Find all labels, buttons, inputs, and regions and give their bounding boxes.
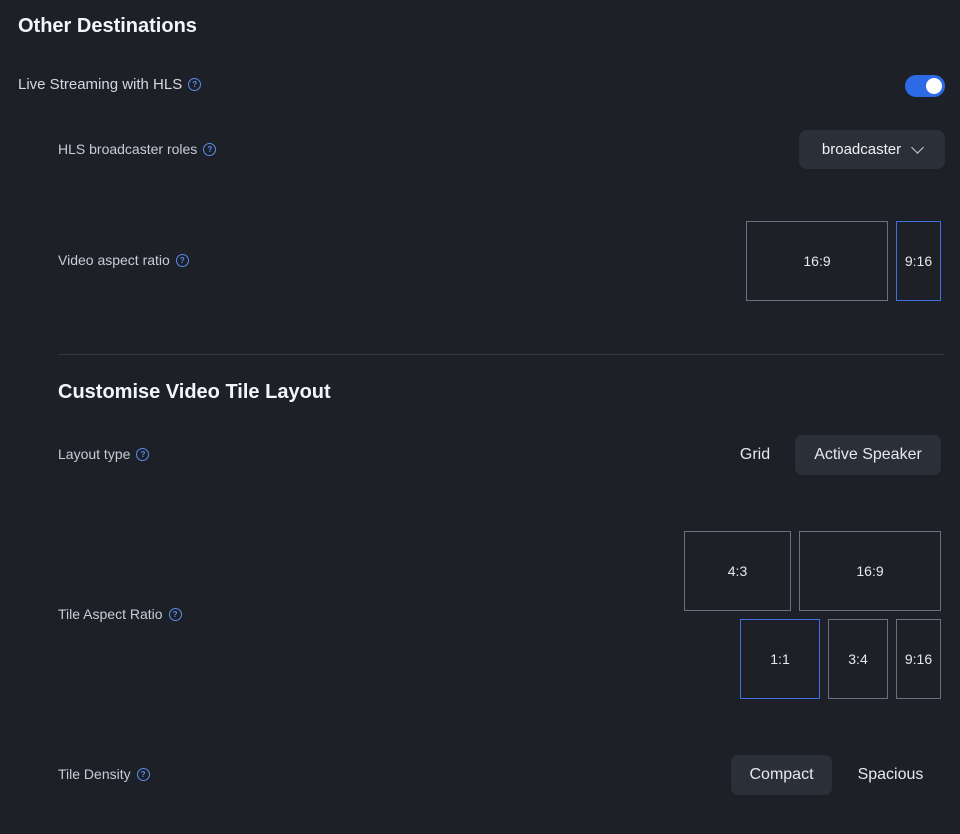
tile-aspect-row-label: Tile Aspect Ratio ?: [58, 606, 182, 622]
layout-type-label: Layout type: [58, 446, 131, 462]
layout-type-grid[interactable]: Grid: [726, 435, 784, 475]
tile-aspect-option-4-3[interactable]: 4:3: [684, 531, 791, 611]
tile-density-compact[interactable]: Compact: [731, 755, 832, 795]
tile-density-label: Tile Density: [58, 766, 131, 782]
video-aspect-option-16-9[interactable]: 16:9: [746, 221, 888, 301]
chevron-down-icon: [911, 140, 924, 154]
tile-aspect-option-9-16[interactable]: 9:16: [896, 619, 941, 699]
hls-label: Live Streaming with HLS: [18, 76, 183, 93]
tile-layout-title: Customise Video Tile Layout: [58, 381, 331, 403]
broadcaster-roles-label: HLS broadcaster roles: [58, 141, 198, 157]
broadcaster-roles-value: broadcaster: [821, 141, 902, 158]
tile-aspect-label: Tile Aspect Ratio: [58, 606, 163, 622]
tile-aspect-option-3-4[interactable]: 3:4: [828, 619, 888, 699]
divider: [58, 354, 944, 355]
tile-aspect-option-16-9[interactable]: 16:9: [799, 531, 941, 611]
hls-toggle[interactable]: [905, 75, 945, 97]
broadcaster-roles-select[interactable]: broadcaster: [799, 130, 945, 169]
video-aspect-row-label: Video aspect ratio ?: [58, 252, 189, 268]
tile-density-row-label: Tile Density ?: [58, 766, 150, 782]
tile-density-spacious[interactable]: Spacious: [840, 755, 941, 795]
help-icon[interactable]: ?: [175, 253, 189, 267]
broadcaster-roles-row-label: HLS broadcaster roles ?: [58, 141, 217, 157]
layout-type-row-label: Layout type ?: [58, 446, 150, 462]
help-icon[interactable]: ?: [136, 447, 150, 461]
tile-aspect-option-1-1[interactable]: 1:1: [740, 619, 820, 699]
help-icon[interactable]: ?: [168, 607, 182, 621]
hls-row-label: Live Streaming with HLS ?: [18, 76, 202, 93]
layout-type-active-speaker[interactable]: Active Speaker: [795, 435, 941, 475]
video-aspect-option-9-16[interactable]: 9:16: [896, 221, 941, 301]
video-aspect-label: Video aspect ratio: [58, 252, 170, 268]
help-icon[interactable]: ?: [136, 767, 150, 781]
help-icon[interactable]: ?: [203, 142, 217, 156]
section-title: Other Destinations: [18, 15, 197, 37]
toggle-knob: [926, 78, 942, 94]
help-icon[interactable]: ?: [188, 78, 202, 91]
